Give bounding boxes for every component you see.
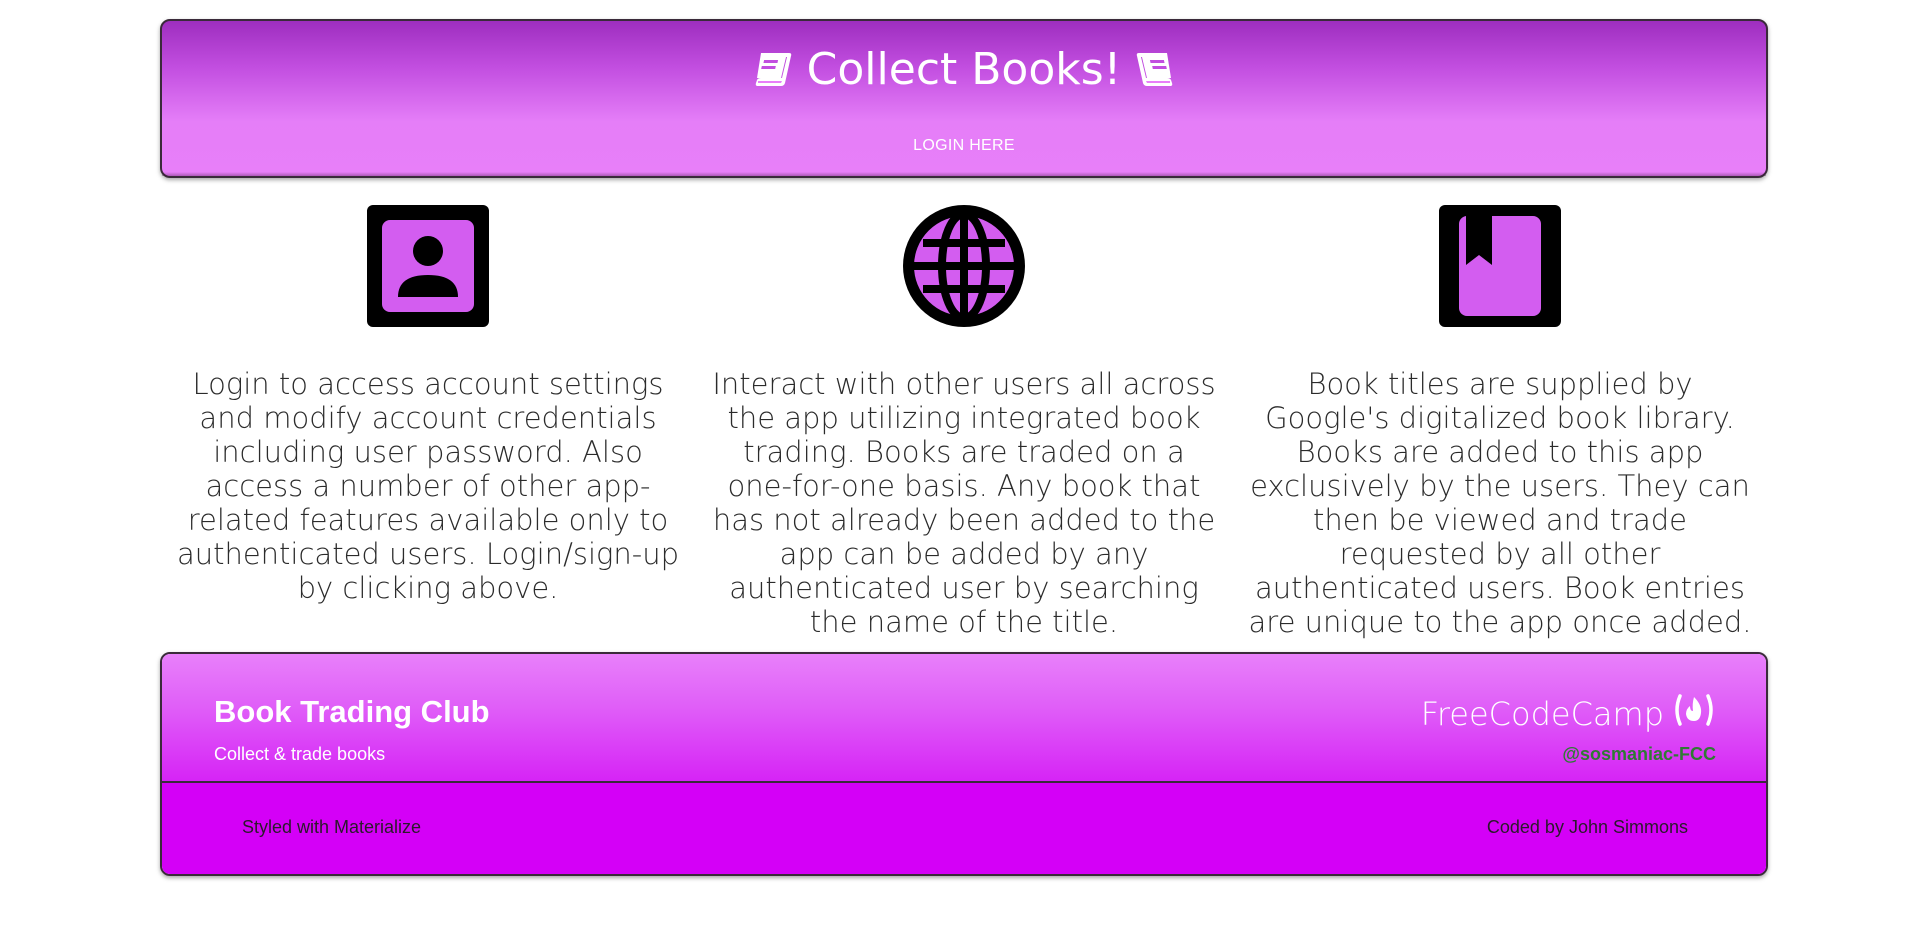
feature-text: Login to access account settings and mod…	[176, 367, 680, 605]
header-title-row: Collect Books!	[162, 42, 1766, 98]
freecodecamp-link[interactable]: FreeCodeCamp	[1421, 692, 1716, 736]
footer-upper: Book Trading Club Collect & trade books …	[162, 654, 1766, 783]
feature-books: Book titles are supplied by Google's dig…	[1232, 205, 1768, 639]
book-icon	[1135, 51, 1175, 89]
book-icon	[753, 51, 793, 89]
page-title: Collect Books!	[806, 44, 1122, 95]
globe-icon	[903, 205, 1025, 327]
styled-with-text: Styled with Materialize	[242, 817, 422, 837]
login-link[interactable]: LOGIN HERE	[162, 137, 1766, 155]
footer-title: Book Trading Club	[214, 694, 490, 729]
freecodecamp-label: FreeCodeCamp	[1420, 695, 1664, 733]
features-row: Login to access account settings and mod…	[160, 205, 1768, 639]
feature-account: Login to access account settings and mod…	[160, 205, 696, 625]
feature-global: Interact with other users all across the…	[696, 205, 1232, 639]
author-handle-link[interactable]: @sosmaniac-FCC	[1562, 744, 1716, 765]
header-banner: Collect Books! LOGIN HERE	[160, 19, 1768, 178]
freecodecamp-fire-icon	[1672, 692, 1716, 736]
account-box-icon	[367, 205, 489, 327]
coded-by-text: Coded by John Simmons	[1486, 817, 1688, 837]
footer-subtitle: Collect & trade books	[214, 744, 386, 764]
footer: Book Trading Club Collect & trade books …	[160, 652, 1768, 876]
feature-text: Interact with other users all across the…	[712, 367, 1216, 639]
header-divider	[162, 172, 1766, 176]
feature-text: Book titles are supplied by Google's dig…	[1248, 367, 1752, 639]
book-bookmark-icon	[1439, 205, 1561, 327]
footer-lower: Styled with Materialize Coded by John Si…	[162, 783, 1766, 874]
